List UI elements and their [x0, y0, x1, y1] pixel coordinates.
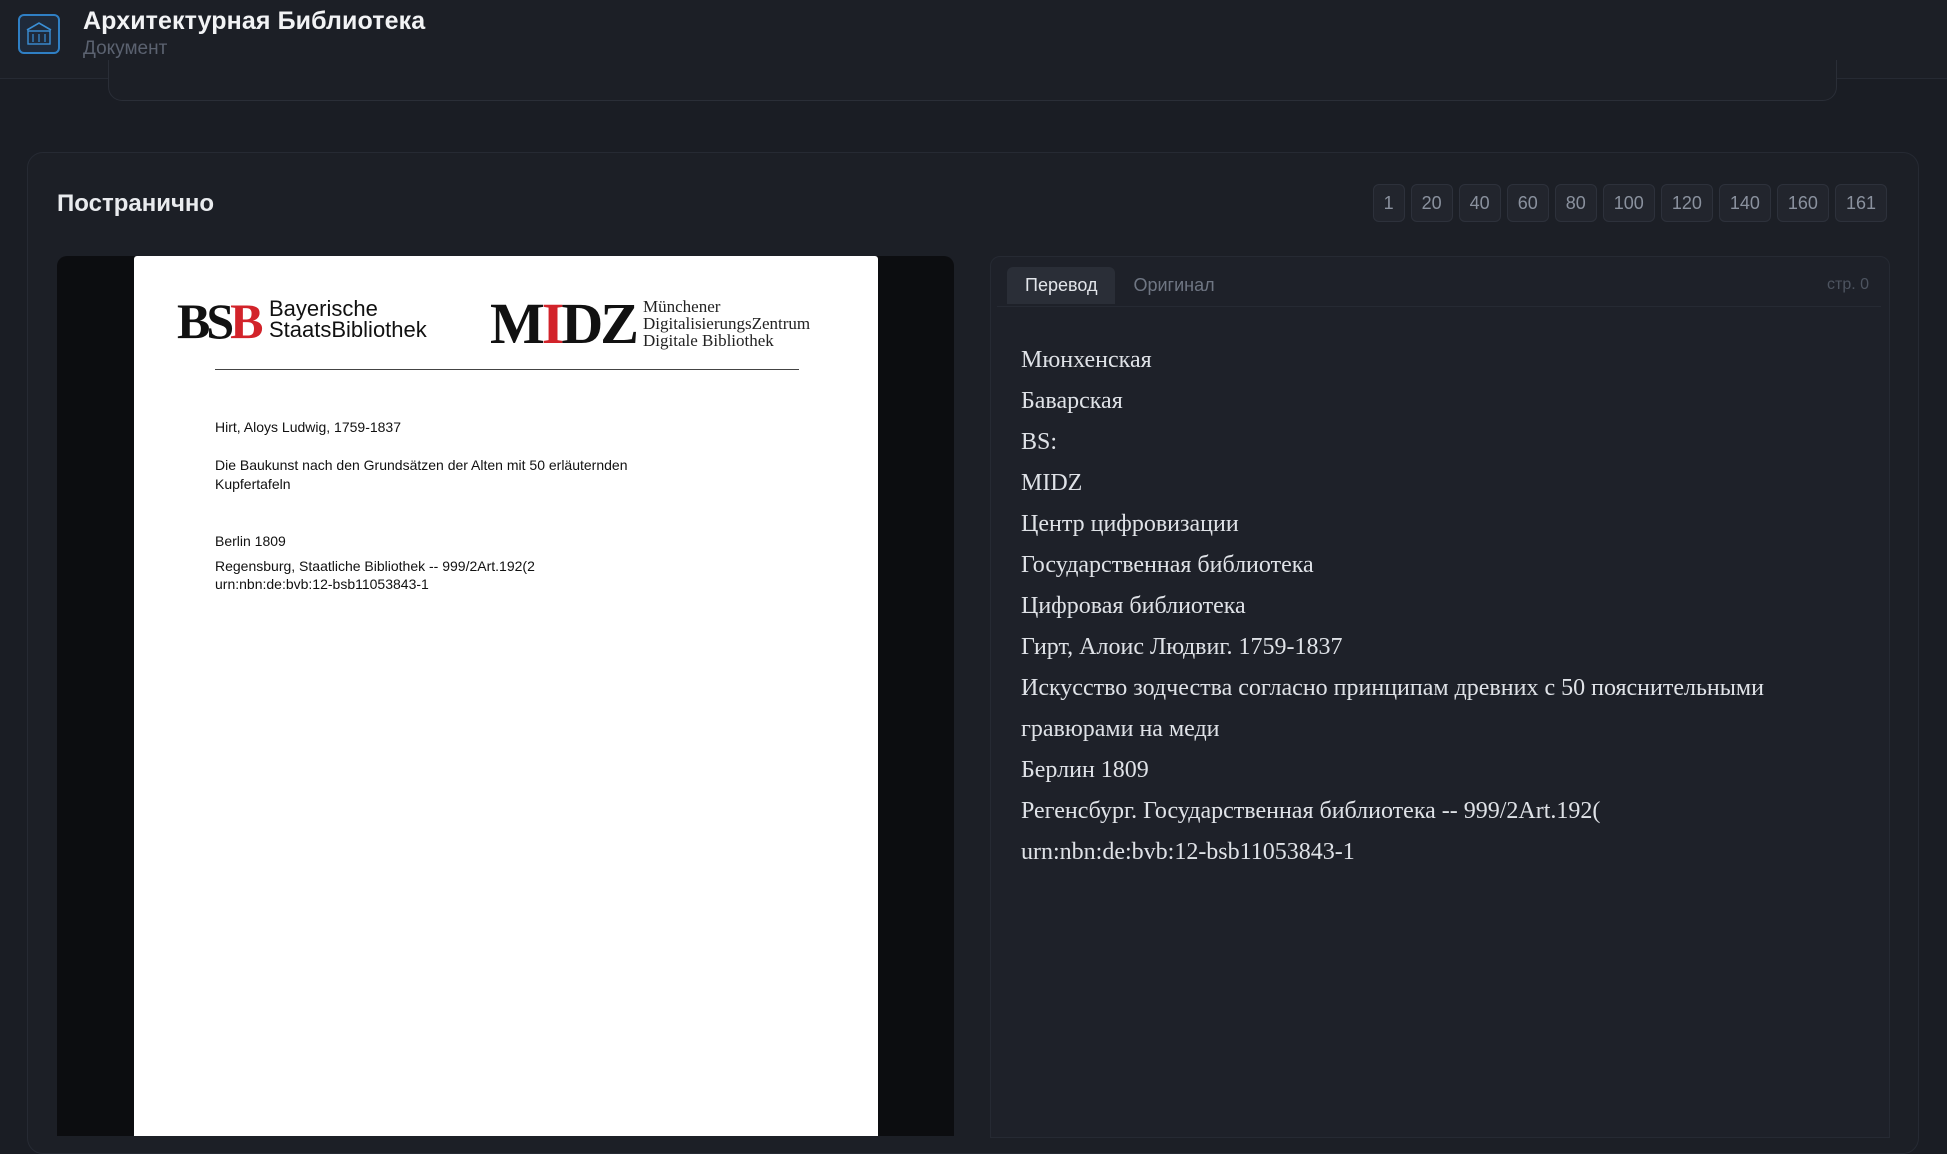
view-tabs: Перевод Оригинал	[1007, 267, 1233, 304]
page-button-20[interactable]: 20	[1410, 184, 1453, 222]
document-place-year: Berlin 1809	[215, 533, 286, 549]
document-holding: Regensburg, Staatliche Bibliothek -- 999…	[215, 558, 535, 574]
document-title-line2: Kupfertafeln	[215, 476, 291, 492]
document-divider	[215, 369, 799, 370]
page-button-160[interactable]: 160	[1776, 184, 1829, 222]
page-jump-buttons: 1 20 40 60 80 100 120 140 160 161	[1372, 184, 1887, 222]
page-button-140[interactable]: 140	[1718, 184, 1771, 222]
document-page-scan: BSB Bayerische StaatsBibliothek MIDZ Mün…	[134, 256, 878, 1136]
translation-text: Мюнхенская Баварская BS: MIDZ Центр цифр…	[1021, 340, 1764, 873]
translation-line: Государственная библиотека	[1021, 552, 1314, 578]
translation-line: гравюрами на меди	[1021, 716, 1220, 742]
document-urn: urn:nbn:de:bvb:12-bsb11053843-1	[215, 576, 429, 592]
library-building-icon[interactable]	[18, 14, 60, 54]
translation-line: Баварская	[1021, 388, 1123, 414]
document-author: Hirt, Aloys Ludwig, 1759-1837	[215, 419, 401, 435]
section-title: Постранично	[57, 190, 215, 217]
page-button-100[interactable]: 100	[1602, 184, 1655, 222]
page-button-161[interactable]: 161	[1834, 184, 1887, 222]
page-indicator: стр. 0	[1826, 276, 1869, 293]
page-button-80[interactable]: 80	[1554, 184, 1597, 222]
collapsed-card	[108, 60, 1837, 101]
translation-line: BS:	[1021, 429, 1058, 455]
translation-line: Регенсбург. Государственная библиотека -…	[1021, 798, 1601, 824]
translation-line: Мюнхенская	[1021, 347, 1152, 373]
translation-line: urn:nbn:de:bvb:12-bsb11053843-1	[1021, 839, 1355, 865]
translation-line: Берлин 1809	[1021, 757, 1149, 783]
tabs-divider	[997, 306, 1881, 307]
midz-logo-mark: MIDZ	[490, 291, 639, 356]
page-button-60[interactable]: 60	[1506, 184, 1549, 222]
bsb-logo-name: Bayerische StaatsBibliothek	[269, 296, 427, 342]
page-button-40[interactable]: 40	[1458, 184, 1501, 222]
translation-line: Центр цифровизации	[1021, 511, 1239, 537]
translation-line: MIDZ	[1021, 470, 1083, 496]
midz-logo-name: Münchener DigitalisierungsZentrum Digita…	[643, 297, 811, 350]
translation-line: Искусство зодчества согласно принципам д…	[1021, 675, 1764, 701]
app-title: Архитектурная Библиотека	[83, 7, 426, 35]
translation-line: Гирт, Алоис Людвиг. 1759-1837	[1021, 634, 1343, 660]
tab-translation[interactable]: Перевод	[1007, 267, 1116, 304]
document-title-line1: Die Baukunst nach den Grundsätzen der Al…	[215, 457, 628, 473]
tab-original[interactable]: Оригинал	[1115, 267, 1232, 304]
page-button-1[interactable]: 1	[1372, 184, 1405, 222]
app-subtitle: Документ	[83, 38, 168, 59]
translation-line: Цифровая библиотека	[1021, 593, 1246, 619]
page-button-120[interactable]: 120	[1660, 184, 1713, 222]
bsb-logo-mark: BSB	[177, 293, 264, 349]
